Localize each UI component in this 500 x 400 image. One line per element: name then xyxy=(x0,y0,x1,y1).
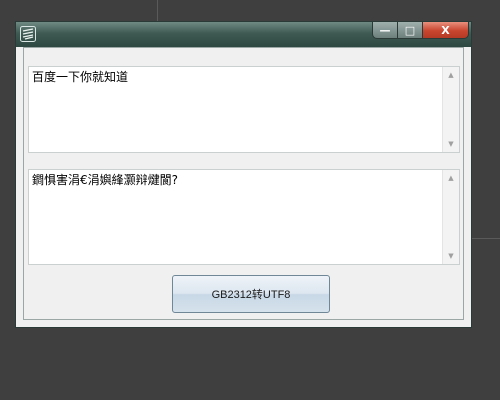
maximize-icon: □ xyxy=(404,23,416,37)
result-scrollbar[interactable]: ▲ ▼ xyxy=(442,170,459,264)
result-text: 鐧惧害涓€涓嬩綘灏辩煡閬? xyxy=(32,173,179,187)
convert-button[interactable]: GB2312转UTF8 xyxy=(172,275,330,313)
close-icon: X xyxy=(441,23,450,37)
scroll-down-arrow-icon[interactable]: ▼ xyxy=(443,136,459,152)
minimize-icon: — xyxy=(379,23,391,37)
app-window: — □ X 百度一下你就知道 ▲ ▼ 鐧惧害涓€涓嬩綘灏辩煡閬? ▲ ▼ GB2… xyxy=(15,21,472,328)
scroll-up-arrow-icon[interactable]: ▲ xyxy=(443,170,459,186)
source-text-box[interactable]: 百度一下你就知道 ▲ ▼ xyxy=(28,66,460,153)
source-scrollbar[interactable]: ▲ ▼ xyxy=(442,67,459,152)
scroll-up-arrow-icon[interactable]: ▲ xyxy=(443,67,459,83)
maximize-button[interactable]: □ xyxy=(398,22,423,39)
app-icon[interactable] xyxy=(20,26,36,42)
window-controls: — □ X xyxy=(372,22,469,40)
close-button[interactable]: X xyxy=(423,22,469,39)
client-area: 百度一下你就知道 ▲ ▼ 鐧惧害涓€涓嬩綘灏辩煡閬? ▲ ▼ GB2312转UT… xyxy=(23,47,464,320)
source-text: 百度一下你就知道 xyxy=(32,70,129,84)
title-bar[interactable]: — □ X xyxy=(16,22,471,47)
result-text-box[interactable]: 鐧惧害涓€涓嬩綘灏辩煡閬? ▲ ▼ xyxy=(28,169,460,265)
scroll-down-arrow-icon[interactable]: ▼ xyxy=(443,248,459,264)
minimize-button[interactable]: — xyxy=(372,22,398,39)
desktop-window-edge xyxy=(157,0,158,22)
desktop-window-edge-bottom xyxy=(472,238,500,239)
